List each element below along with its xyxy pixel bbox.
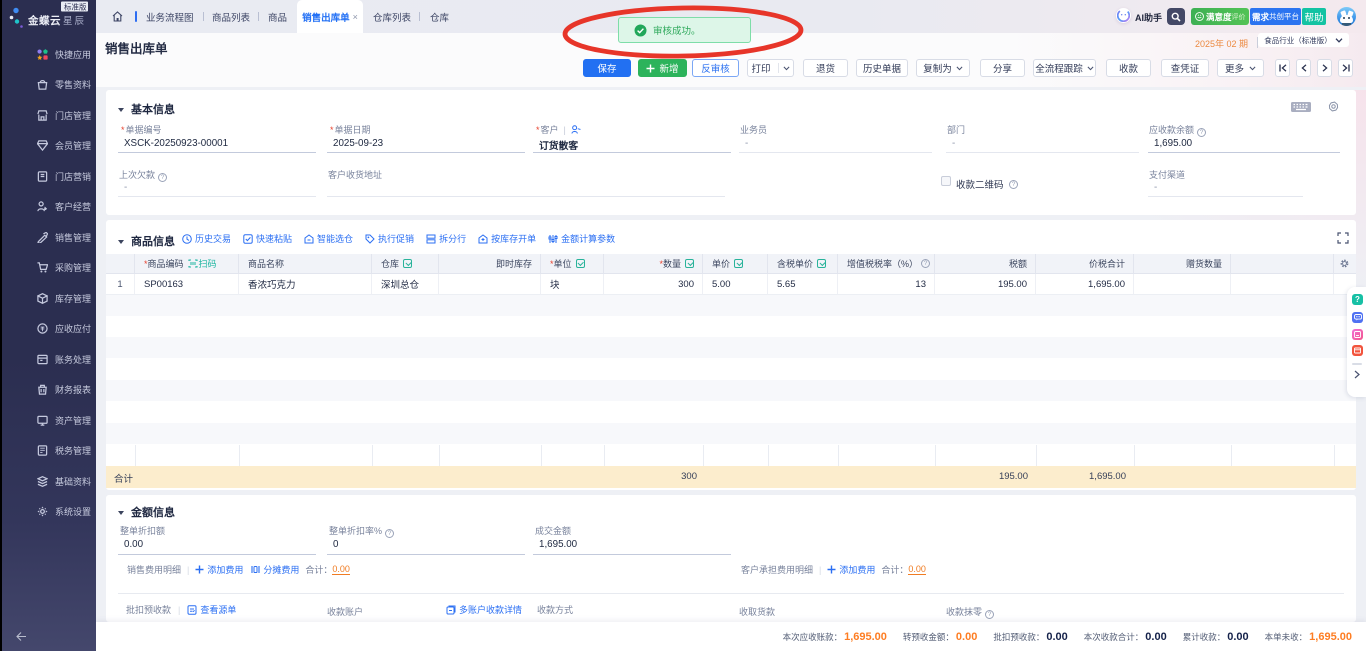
svg-text:星辰: 星辰 [63,16,86,27]
svg-text:金蝶云: 金蝶云 [27,14,61,27]
svg-text:标准版: 标准版 [64,2,87,12]
